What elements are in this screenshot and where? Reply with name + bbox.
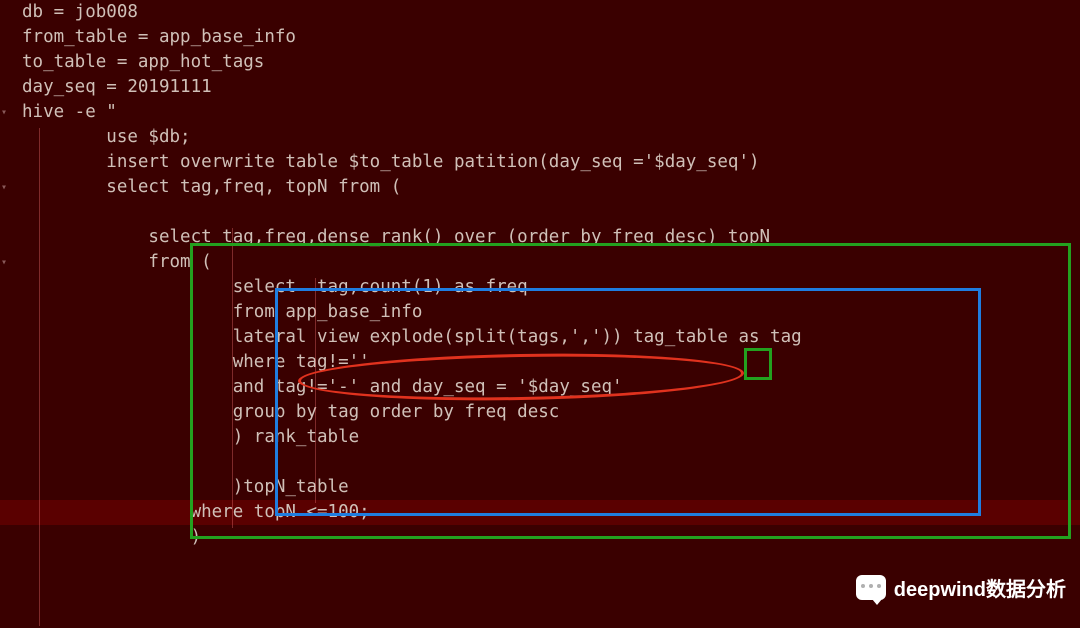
code-line: to_table = app_hot_tags <box>0 50 1080 75</box>
code-line: lateral view explode(split(tags,',')) ta… <box>0 325 1080 350</box>
code-line: db = job008 <box>0 0 1080 25</box>
code-text: from_table = app_base_info <box>22 27 296 47</box>
code-text: from app_base_info <box>22 302 422 322</box>
code-text: to_table = app_hot_tags <box>22 52 264 72</box>
code-line: use $db; <box>0 125 1080 150</box>
code-text: group by tag order by freq desc <box>22 402 559 422</box>
code-text: where tag!='' <box>22 352 370 372</box>
watermark: deepwind数据分析 <box>856 573 1066 602</box>
code-line: )topN_table <box>0 475 1080 500</box>
code-line: from app_base_info <box>0 300 1080 325</box>
watermark-text: deepwind数据分析 <box>894 573 1066 602</box>
code-line: ) rank_table <box>0 425 1080 450</box>
code-text: and tag!='-' and day_seq = '$day_seq' <box>22 377 623 397</box>
code-line <box>0 200 1080 225</box>
code-text: ) <box>22 527 201 547</box>
code-line: group by tag order by freq desc <box>0 400 1080 425</box>
code-line: ▾ from ( <box>0 250 1080 275</box>
code-text: select tag,freq, topN from ( <box>22 177 401 197</box>
code-text: from ( <box>22 252 212 272</box>
fold-caret-icon[interactable]: ▾ <box>1 100 7 125</box>
code-text: )topN_table <box>22 477 349 497</box>
code-text: use $db; <box>22 127 191 147</box>
code-text: where topN <=100; <box>22 502 370 522</box>
code-line-current: where topN <=100; <box>0 500 1080 525</box>
code-text: select tag,count(1) as freq <box>22 277 528 297</box>
code-line: insert overwrite table $to_table patitio… <box>0 150 1080 175</box>
code-line: where tag!='' <box>0 350 1080 375</box>
code-text: hive -e " <box>22 102 117 122</box>
code-line: select tag,count(1) as freq <box>0 275 1080 300</box>
code-line: select tag,freq,dense_rank() over (order… <box>0 225 1080 250</box>
wechat-bubble-icon <box>856 575 886 600</box>
code-line: day_seq = 20191111 <box>0 75 1080 100</box>
fold-caret-icon[interactable]: ▾ <box>1 175 7 200</box>
code-text: day_seq = 20191111 <box>22 77 212 97</box>
code-line: ▾ select tag,freq, topN from ( <box>0 175 1080 200</box>
fold-caret-icon[interactable]: ▾ <box>1 250 7 275</box>
code-text: ) rank_table <box>22 427 359 447</box>
code-text: db = job008 <box>22 2 138 22</box>
code-text: lateral view explode(split(tags,',')) ta… <box>22 327 802 347</box>
code-line: from_table = app_base_info <box>0 25 1080 50</box>
code-line: and tag!='-' and day_seq = '$day_seq' <box>0 375 1080 400</box>
code-line <box>0 450 1080 475</box>
code-text: select tag,freq,dense_rank() over (order… <box>22 227 770 247</box>
code-line: ) <box>0 525 1080 550</box>
code-line: ▾ hive -e " <box>0 100 1080 125</box>
code-editor: db = job008 from_table = app_base_info t… <box>0 0 1080 550</box>
code-text: insert overwrite table $to_table patitio… <box>22 152 760 172</box>
